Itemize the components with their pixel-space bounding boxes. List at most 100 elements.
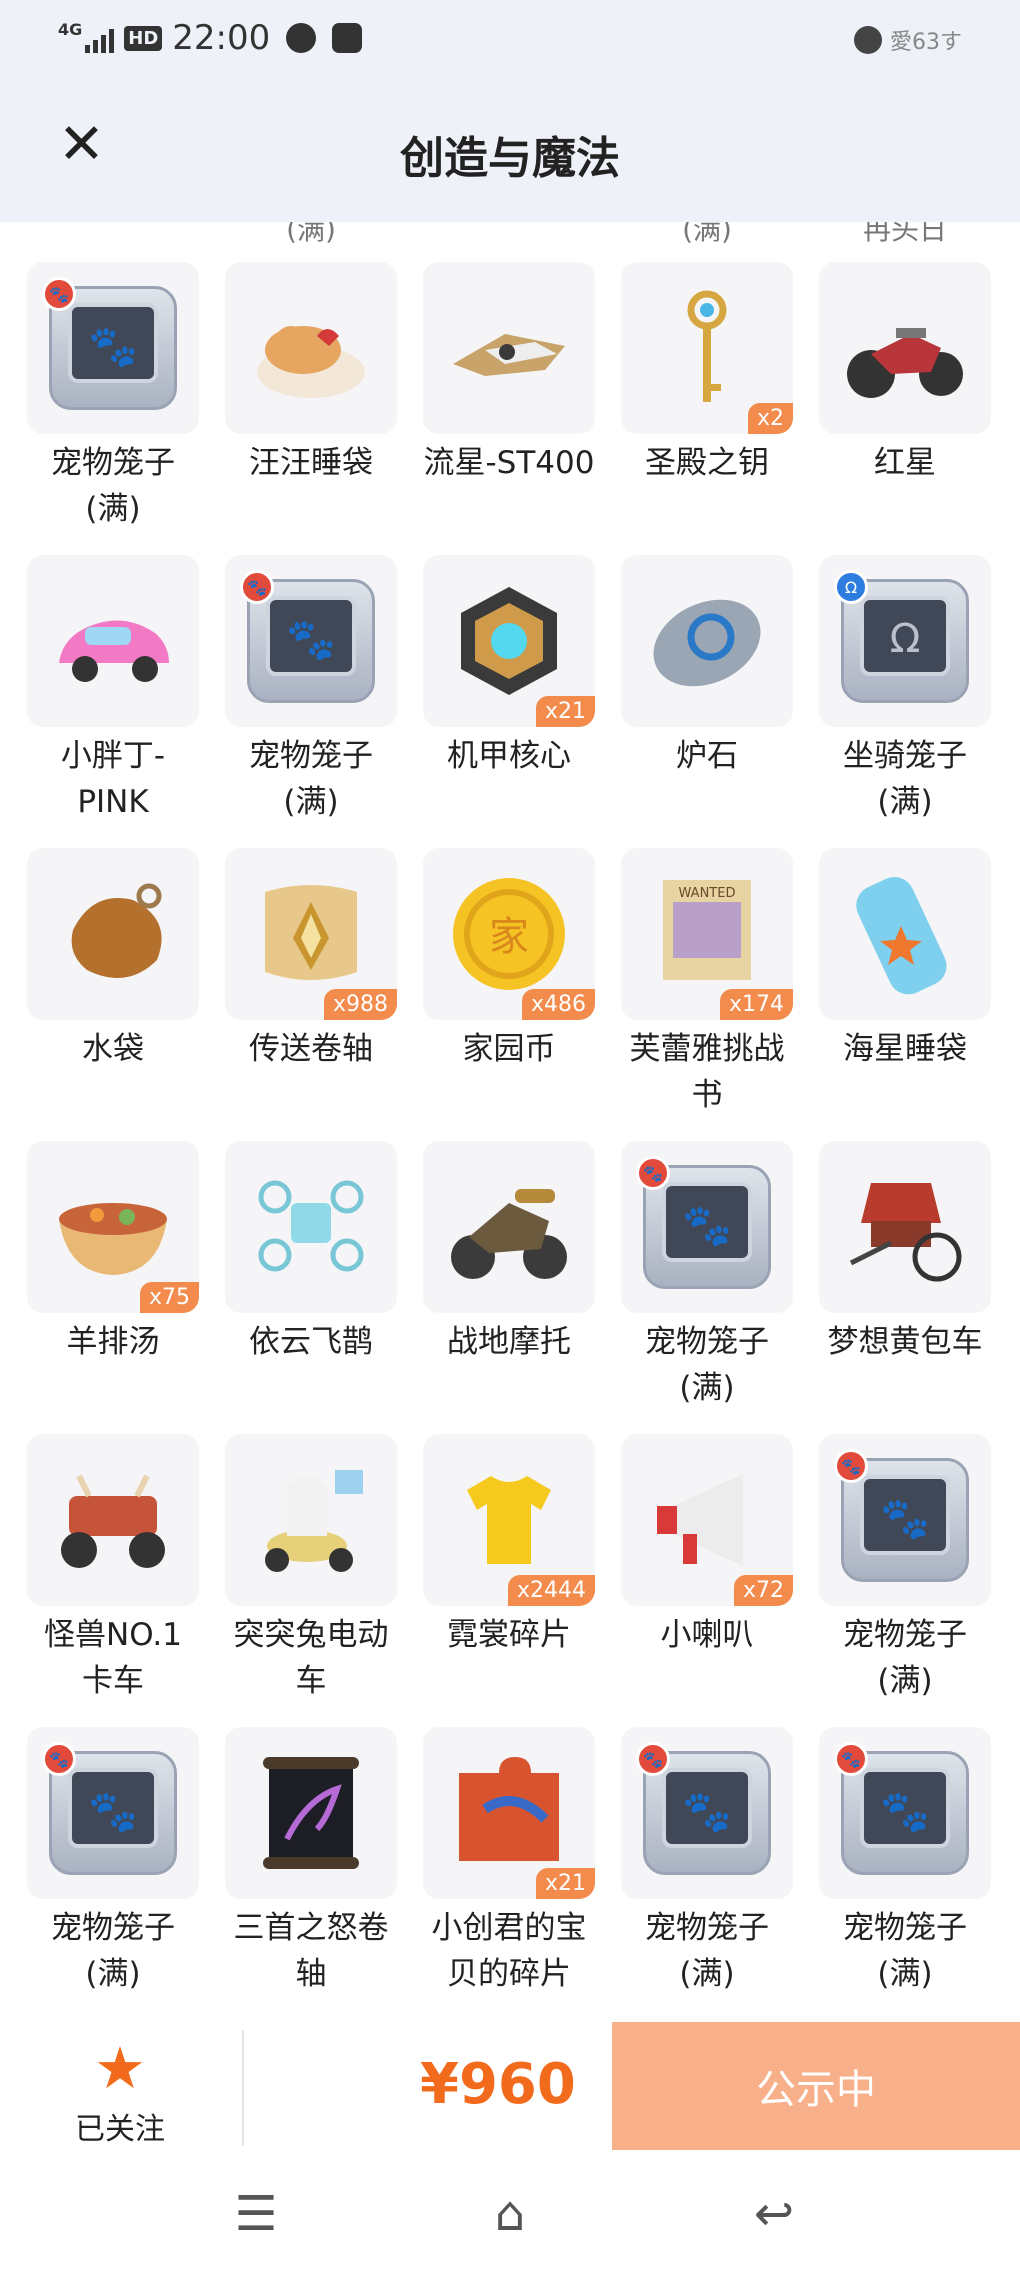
item-card[interactable]: 🐾 🐾 宠物笼子 (满) xyxy=(621,1141,793,1411)
item-thumbnail xyxy=(225,1727,397,1899)
svg-text:WANTED: WANTED xyxy=(679,886,736,901)
item-card[interactable]: 汪汪睡袋 xyxy=(225,262,397,486)
item-thumbnail xyxy=(27,1434,199,1606)
battle-motorcycle-icon xyxy=(451,1189,567,1279)
item-card[interactable]: 🐾 🐾 宠物笼子 (满) xyxy=(621,1727,793,1997)
item-thumbnail xyxy=(423,262,595,434)
item-card[interactable]: x2444 霓裳碎片 xyxy=(423,1434,595,1658)
item-card[interactable]: 突突兔电动车 xyxy=(225,1434,397,1704)
item-card[interactable]: WANTED x174 芙蕾雅挑战书 xyxy=(621,848,793,1118)
item-thumbnail xyxy=(819,1141,991,1313)
item-name-line: 炉石 xyxy=(676,738,738,774)
item-thumbnail: x2444 xyxy=(423,1434,595,1606)
partial-item-label: (满) xyxy=(682,222,732,246)
item-card[interactable]: x72 小喇叭 xyxy=(621,1434,793,1658)
item-name: 炉石 xyxy=(621,733,793,779)
item-card[interactable]: 三首之怒卷轴 xyxy=(225,1727,397,1997)
item-name-line: 水袋 xyxy=(82,1031,144,1067)
item-name-line: (满) xyxy=(877,1956,933,1992)
item-card[interactable]: 依云飞鹊 xyxy=(225,1141,397,1365)
home-icon[interactable]: ⌂ xyxy=(480,2186,540,2242)
megaphone-icon xyxy=(657,1474,743,1566)
header: ✕ 创造与魔法 xyxy=(0,78,1020,222)
item-thumbnail: 🐾 🐾 xyxy=(621,1727,793,1899)
item-card[interactable]: x21 小创君的宝 贝的碎片 xyxy=(423,1727,595,1997)
item-card[interactable]: 战地摩托 xyxy=(423,1141,595,1365)
status-button[interactable]: 公示中 xyxy=(612,2022,1020,2150)
item-name: 流星-ST400 xyxy=(423,440,595,486)
coin-icon: 家 xyxy=(453,878,565,990)
item-name-line: 海星睡袋 xyxy=(843,1031,967,1067)
quantity-badge: x486 xyxy=(521,989,595,1020)
back-icon[interactable]: ↩ xyxy=(744,2186,804,2242)
item-thumbnail xyxy=(27,555,199,727)
item-name: 圣殿之钥 xyxy=(621,440,793,486)
item-name-line: 战地摩托 xyxy=(447,1324,571,1360)
alarm-icon xyxy=(854,26,882,54)
hearthstone-icon xyxy=(653,599,761,687)
divider xyxy=(242,2030,244,2146)
item-name-line: 汪汪睡袋 xyxy=(249,445,373,481)
item-card[interactable]: x75 羊排汤 xyxy=(27,1141,199,1365)
item-name-line: (满) xyxy=(679,1370,735,1406)
item-card[interactable]: 🐾 🐾 宠物笼子 (满) xyxy=(819,1727,991,1997)
quantity-badge: x72 xyxy=(733,1575,793,1606)
item-card[interactable]: 梦想黄包车 xyxy=(819,1141,991,1365)
teleport-scroll-icon xyxy=(265,885,357,980)
quantity-badge: x174 xyxy=(719,989,793,1020)
clock: 22:00 xyxy=(172,18,271,58)
item-card[interactable]: x988 传送卷轴 xyxy=(225,848,397,1072)
item-card[interactable]: 炉石 xyxy=(621,555,793,779)
quantity-badge: x21 xyxy=(535,696,595,727)
item-name-line: 芙蕾雅挑战 xyxy=(629,1031,785,1067)
menu-icon[interactable]: ☰ xyxy=(226,2186,286,2242)
quantity-badge: x2444 xyxy=(507,1575,595,1606)
network-type: 4G xyxy=(58,20,83,39)
item-card[interactable]: 🐾 🐾 宠物笼子 (满) xyxy=(819,1434,991,1704)
item-card[interactable]: 🐾 🐾 宠物笼子 (满) xyxy=(225,555,397,825)
system-nav-bar: ☰ ⌂ ↩ xyxy=(0,2154,1020,2274)
item-name-line: PINK xyxy=(77,784,149,820)
item-name-line: 羊排汤 xyxy=(66,1324,160,1360)
item-card[interactable]: 流星-ST400 xyxy=(423,262,595,486)
tshirt-fragment-icon xyxy=(467,1476,551,1564)
spaceship-icon xyxy=(453,334,565,376)
item-name-line: (满) xyxy=(679,1956,735,1992)
item-name: 战地摩托 xyxy=(423,1319,595,1365)
item-card[interactable]: 小胖丁- PINK xyxy=(27,555,199,825)
soup-bowl-icon xyxy=(59,1203,167,1275)
item-name: 小创君的宝 贝的碎片 xyxy=(423,1905,595,1997)
item-name: 芙蕾雅挑战书 xyxy=(621,1026,793,1118)
item-card[interactable]: 🐾 🐾 宠物笼子 (满) xyxy=(27,1727,199,1997)
item-card[interactable]: Ω Ω 坐骑笼子 (满) xyxy=(819,555,991,825)
follow-button[interactable]: ★ 已关注 xyxy=(0,2022,240,2154)
item-card[interactable]: x21 机甲核心 xyxy=(423,555,595,779)
item-thumbnail xyxy=(225,1434,397,1606)
dragon-scroll-icon xyxy=(263,1757,359,1869)
item-thumbnail: WANTED x174 xyxy=(621,848,793,1020)
item-card[interactable]: 海星睡袋 xyxy=(819,848,991,1072)
item-name-line: 流星-ST400 xyxy=(423,445,595,481)
item-name-line: 三首之怒卷 xyxy=(233,1910,389,1946)
item-name-line: 书 xyxy=(691,1077,723,1113)
starfish-sleeping-bag-icon xyxy=(856,877,947,995)
item-name-line: 小喇叭 xyxy=(660,1617,754,1653)
status-bar: 4G HD 22:00 愛63す xyxy=(0,0,1020,78)
item-name: 宠物笼子 (满) xyxy=(225,733,397,825)
item-name: 宠物笼子 (满) xyxy=(27,440,199,532)
item-card[interactable]: 🐾 🐾 宠物笼子 (满) xyxy=(27,262,199,532)
item-card[interactable]: 家 x486 家园币 xyxy=(423,848,595,1072)
item-name-line: (满) xyxy=(877,784,933,820)
item-name: 机甲核心 xyxy=(423,733,595,779)
partial-item-label: 冉头日 xyxy=(862,222,947,246)
item-card[interactable]: 水袋 xyxy=(27,848,199,1072)
item-thumbnail: x21 xyxy=(423,1727,595,1899)
item-card[interactable]: 怪兽NO.1 卡车 xyxy=(27,1434,199,1704)
item-name-line: 机甲核心 xyxy=(447,738,571,774)
item-card[interactable]: 红星 xyxy=(819,262,991,486)
item-name: 依云飞鹊 xyxy=(225,1319,397,1365)
item-card[interactable]: x2 圣殿之钥 xyxy=(621,262,793,486)
item-name-line: 小胖丁- xyxy=(60,738,166,774)
motorcycle-icon xyxy=(847,328,963,398)
item-name-line: 传送卷轴 xyxy=(249,1031,373,1067)
